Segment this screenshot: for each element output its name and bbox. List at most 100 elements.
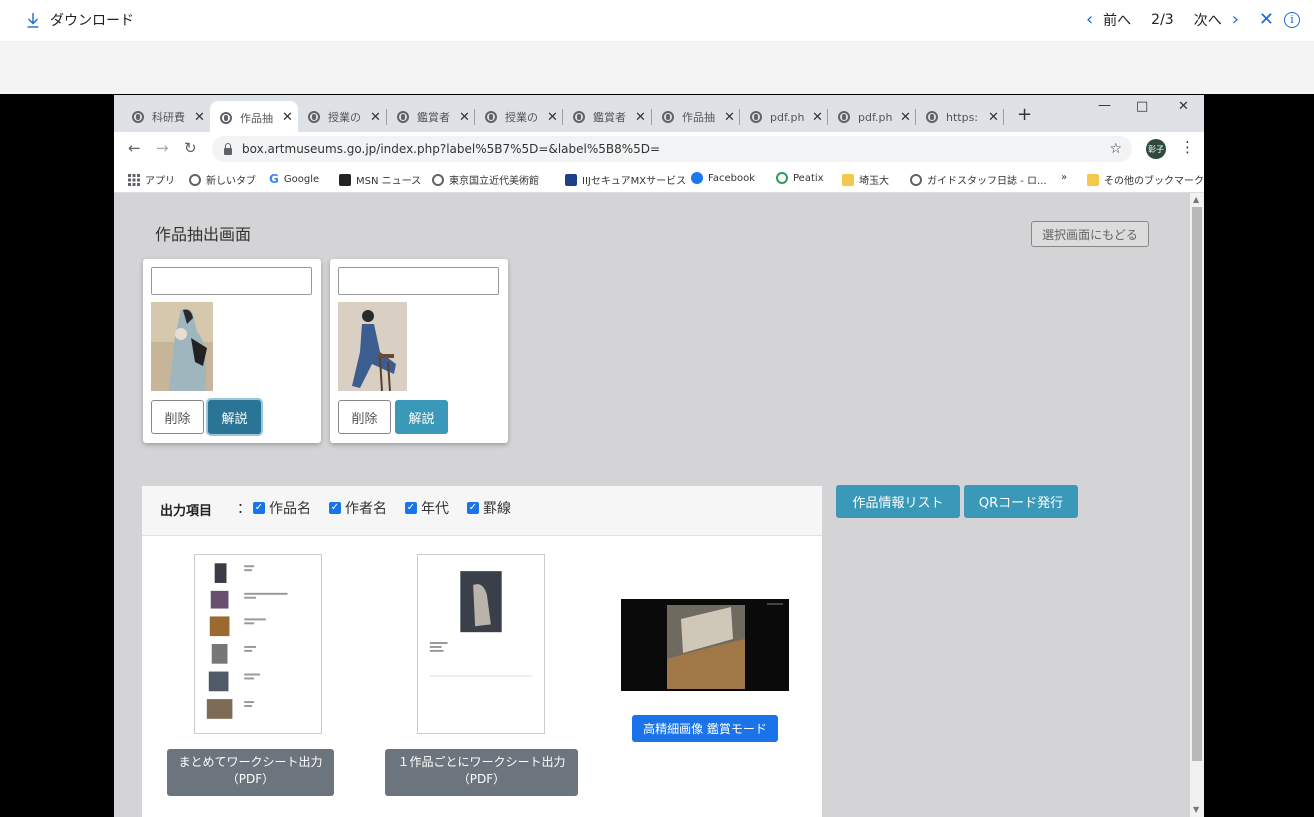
bookmark-item[interactable]: IIJセキュアMXサービス [565,172,686,187]
combined-worksheet-preview [194,554,322,734]
tab-title: https: [946,110,979,124]
reload-icon[interactable]: ↻ [184,139,197,157]
button-format: （PDF） [226,772,275,786]
bookmark-label: アプリ [145,176,175,187]
next-button[interactable]: 次へ [1194,10,1222,30]
delete-button[interactable]: 削除 [151,400,204,434]
menu-icon[interactable]: ⋮ [1180,138,1195,156]
checkbox-ruled-lines[interactable]: ✓ 罫線 [467,498,511,518]
close-icon[interactable]: ✕ [370,110,381,125]
artwork-thumbnail[interactable] [338,302,407,391]
close-icon[interactable]: ✕ [282,110,293,125]
delete-button[interactable]: 削除 [338,400,391,434]
artwork-thumbnail[interactable] [151,302,213,391]
bookmark-overflow[interactable]: » [1061,172,1067,183]
bookmark-label: Google [283,173,320,185]
explain-button[interactable]: 解説 [208,400,261,434]
hires-viewing-mode-button[interactable]: 高精細画像 鑑賞モード [632,715,778,742]
tab-title: 授業の [328,111,361,124]
bookmark-label: Peatix [793,172,824,184]
bookmark-item[interactable]: 東京国立近代美術館 [432,172,539,187]
scroll-thumb[interactable] [1192,207,1202,761]
download-button[interactable]: ダウンロード [26,10,134,30]
bookmark-item[interactable]: 新しいタブ [189,172,256,187]
bookmark-item[interactable]: MSN ニュース [339,172,421,187]
bookmark-item[interactable]: 埼玉大 [842,172,889,187]
prev-button[interactable]: 前へ [1103,10,1131,30]
tab-title: 鑑賞者 [417,111,450,124]
close-icon[interactable]: ✕ [988,110,999,125]
tab[interactable]: 鑑賞者 ✕ [563,104,646,130]
page-indicator: 2/3 [1151,11,1174,28]
page-title: 作品抽出画面 [155,225,252,244]
tab[interactable]: 作品抽 ✕ [652,104,735,130]
artwork-title-input[interactable] [338,267,499,295]
combined-worksheet-button[interactable]: まとめてワークシート出力 （PDF） [167,749,334,796]
bookmark-item[interactable]: Peatix [776,172,824,184]
tab[interactable]: 授業の ✕ [475,104,558,130]
tab[interactable]: pdf.ph ✕ [740,104,823,130]
bookmark-item[interactable]: Facebook [691,172,755,184]
globe-icon [485,111,497,123]
close-icon[interactable]: ✕ [724,110,735,125]
folder-icon [1087,173,1099,186]
tab[interactable]: 授業の ✕ [298,104,381,130]
tab-title: pdf.ph [770,110,805,124]
globe-icon [189,173,201,186]
chevron-left-icon[interactable]: ‹ [1086,9,1093,30]
globe-icon [750,111,762,123]
globe-icon [838,111,850,123]
window-close-icon[interactable]: ✕ [1178,99,1189,114]
checkmark-icon: ✓ [405,502,417,514]
checkbox-label: 年代 [421,501,449,517]
per-work-worksheet-button[interactable]: １作品ごとにワークシート出力 （PDF） [385,749,578,796]
new-tab-icon[interactable]: + [1017,104,1032,125]
tab[interactable]: pdf.ph ✕ [828,104,911,130]
back-arrow-icon[interactable]: ← [128,139,141,157]
artwork-card: 削除 解説 [143,259,321,443]
tab[interactable]: 科研費 ✕ [122,104,205,130]
folder-icon [842,173,854,186]
close-icon[interactable]: ✕ [1259,9,1274,30]
close-icon[interactable]: ✕ [194,110,205,125]
info-icon[interactable]: i [1284,11,1300,28]
page-scrollbar[interactable]: ▲ ▼ [1190,193,1204,817]
chevron-right-icon[interactable]: › [1232,9,1239,30]
maximize-icon[interactable]: □ [1136,99,1148,114]
hires-image-preview[interactable] [621,599,789,691]
bookmark-label: 新しいタブ [206,176,256,187]
address-bar[interactable]: box.artmuseums.go.jp/index.php?label%5B7… [212,136,1132,162]
work-info-list-button[interactable]: 作品情報リスト [836,485,960,518]
msn-icon [339,173,351,186]
bookmark-label: その他のブックマーク [1104,176,1204,187]
scroll-up-icon[interactable]: ▲ [1193,195,1199,204]
minimize-icon[interactable]: — [1098,98,1111,113]
checkbox-author[interactable]: ✓ 作者名 [329,498,387,518]
star-icon[interactable]: ☆ [1109,141,1122,157]
checkbox-title[interactable]: ✓ 作品名 [253,498,311,518]
close-icon[interactable]: ✕ [812,110,823,125]
button-format: （PDF） [457,772,506,786]
close-icon[interactable]: ✕ [547,110,558,125]
tab-active[interactable]: 作品抽 ✕ [210,101,298,132]
tab[interactable]: https: ✕ [916,104,999,130]
explain-button[interactable]: 解説 [395,400,448,434]
tab[interactable]: 鑑賞者 ✕ [387,104,470,130]
artwork-title-input[interactable] [151,267,312,295]
qr-code-button[interactable]: QRコード発行 [964,485,1078,518]
bookmarks-bar: アプリ 新しいタブ G Google MSN ニュース 東京国立近代美術館 IIJ… [114,166,1204,193]
tab-title: 科研費 [152,111,185,124]
bookmark-apps[interactable]: アプリ [128,172,175,187]
close-icon[interactable]: ✕ [459,110,470,125]
bookmark-label: Facebook [708,172,755,184]
back-to-selection-button[interactable]: 選択画面にもどる [1031,221,1149,247]
scroll-down-icon[interactable]: ▼ [1193,805,1199,814]
close-icon[interactable]: ✕ [900,110,911,125]
bookmark-other[interactable]: その他のブックマーク [1087,172,1204,187]
forward-arrow-icon[interactable]: → [156,139,169,157]
bookmark-item[interactable]: G Google [269,172,319,186]
avatar[interactable]: 彰子 [1146,139,1166,159]
bookmark-item[interactable]: ガイドスタッフ日誌 - ロ... [910,172,1047,187]
close-icon[interactable]: ✕ [635,110,646,125]
checkbox-year[interactable]: ✓ 年代 [405,498,449,518]
